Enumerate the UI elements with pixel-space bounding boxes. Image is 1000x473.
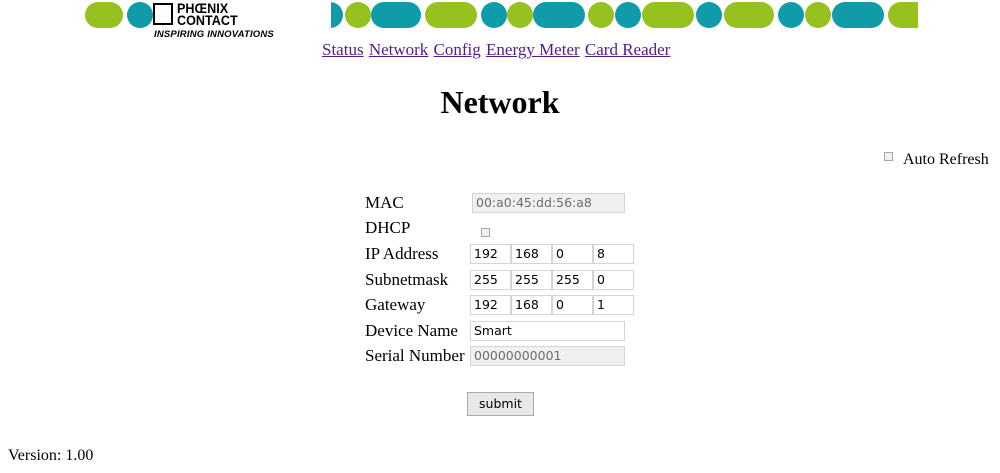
banner-circle [805,2,831,28]
banner-pill [533,2,585,28]
auto-refresh: Auto Refresh [884,151,989,169]
serial-number-label: Serial Number [365,346,465,365]
banner-pill [642,2,694,28]
banner-pill [85,2,123,28]
banner-circle [507,2,533,28]
serial-number-field: 00000000001 [470,346,625,366]
subnet-octet-2[interactable]: 255 [511,270,552,290]
banner-circle [481,2,507,28]
dhcp-label: DHCP [365,218,411,237]
mac-field: 00:a0:45:dd:56:a8 [472,193,625,213]
page-title: Network [440,84,560,120]
gateway-row: Gateway 192 168 0 1 [364,293,664,317]
banner-circle [778,2,804,28]
banner-pill [724,2,774,28]
nav-status[interactable]: Status [322,40,364,59]
ip-octet-1[interactable]: 192 [470,244,511,264]
subnet-octet-1[interactable]: 255 [470,270,511,290]
submit-button[interactable]: submit [467,392,534,416]
subnet-row: Subnetmask 255 255 255 0 [364,268,664,292]
mac-row: MAC 00:a0:45:dd:56:a8 [364,191,664,215]
brand-logo: PHŒNIX CONTACT [177,1,238,28]
phoenix-contact-logo-icon [153,3,173,25]
subnet-octet-3[interactable]: 255 [552,270,593,290]
ip-octet-2[interactable]: 168 [511,244,552,264]
banner-pill [425,2,477,28]
banner-pill [371,2,421,28]
nav-config[interactable]: Config [434,40,481,59]
logo-line-2: CONTACT [177,12,238,28]
nav-network[interactable]: Network [369,40,428,59]
auto-refresh-checkbox[interactable] [884,151,893,161]
nav-energy-meter[interactable]: Energy Meter [486,40,580,59]
device-name-field[interactable]: Smart [470,321,625,341]
gateway-label: Gateway [365,295,426,314]
mac-label: MAC [365,193,404,212]
device-name-row: Device Name Smart [364,319,664,343]
gateway-octet-1[interactable]: 192 [470,295,511,315]
banner-circle [615,2,641,28]
subnet-label: Subnetmask [365,270,449,289]
banner-pill [832,2,884,28]
ip-label: IP Address [365,244,439,263]
ip-row: IP Address 192 168 0 8 [364,242,664,266]
device-name-label: Device Name [365,321,458,340]
gateway-octet-4[interactable]: 1 [593,295,634,315]
banner-circle [345,2,371,28]
nav-card-reader[interactable]: Card Reader [585,40,670,59]
subnet-octet-4[interactable]: 0 [593,270,634,290]
gateway-octet-3[interactable]: 0 [552,295,593,315]
ip-octet-3[interactable]: 0 [552,244,593,264]
serial-number-row: Serial Number 00000000001 [364,344,664,368]
dhcp-row: DHCP [364,216,664,240]
auto-refresh-label: Auto Refresh [903,151,989,168]
brand-tagline: INSPIRING INNOVATIONS [154,29,274,40]
banner-circle [696,2,722,28]
ip-octet-4[interactable]: 8 [593,244,634,264]
top-nav: Status Network Config Energy Meter Card … [322,40,671,60]
banner-pill [888,2,918,28]
banner-circle [588,2,614,28]
version-text: Version: 1.00 [8,447,94,464]
banner-circle [127,2,153,28]
gateway-octet-2[interactable]: 168 [511,295,552,315]
dhcp-checkbox[interactable] [481,228,490,237]
